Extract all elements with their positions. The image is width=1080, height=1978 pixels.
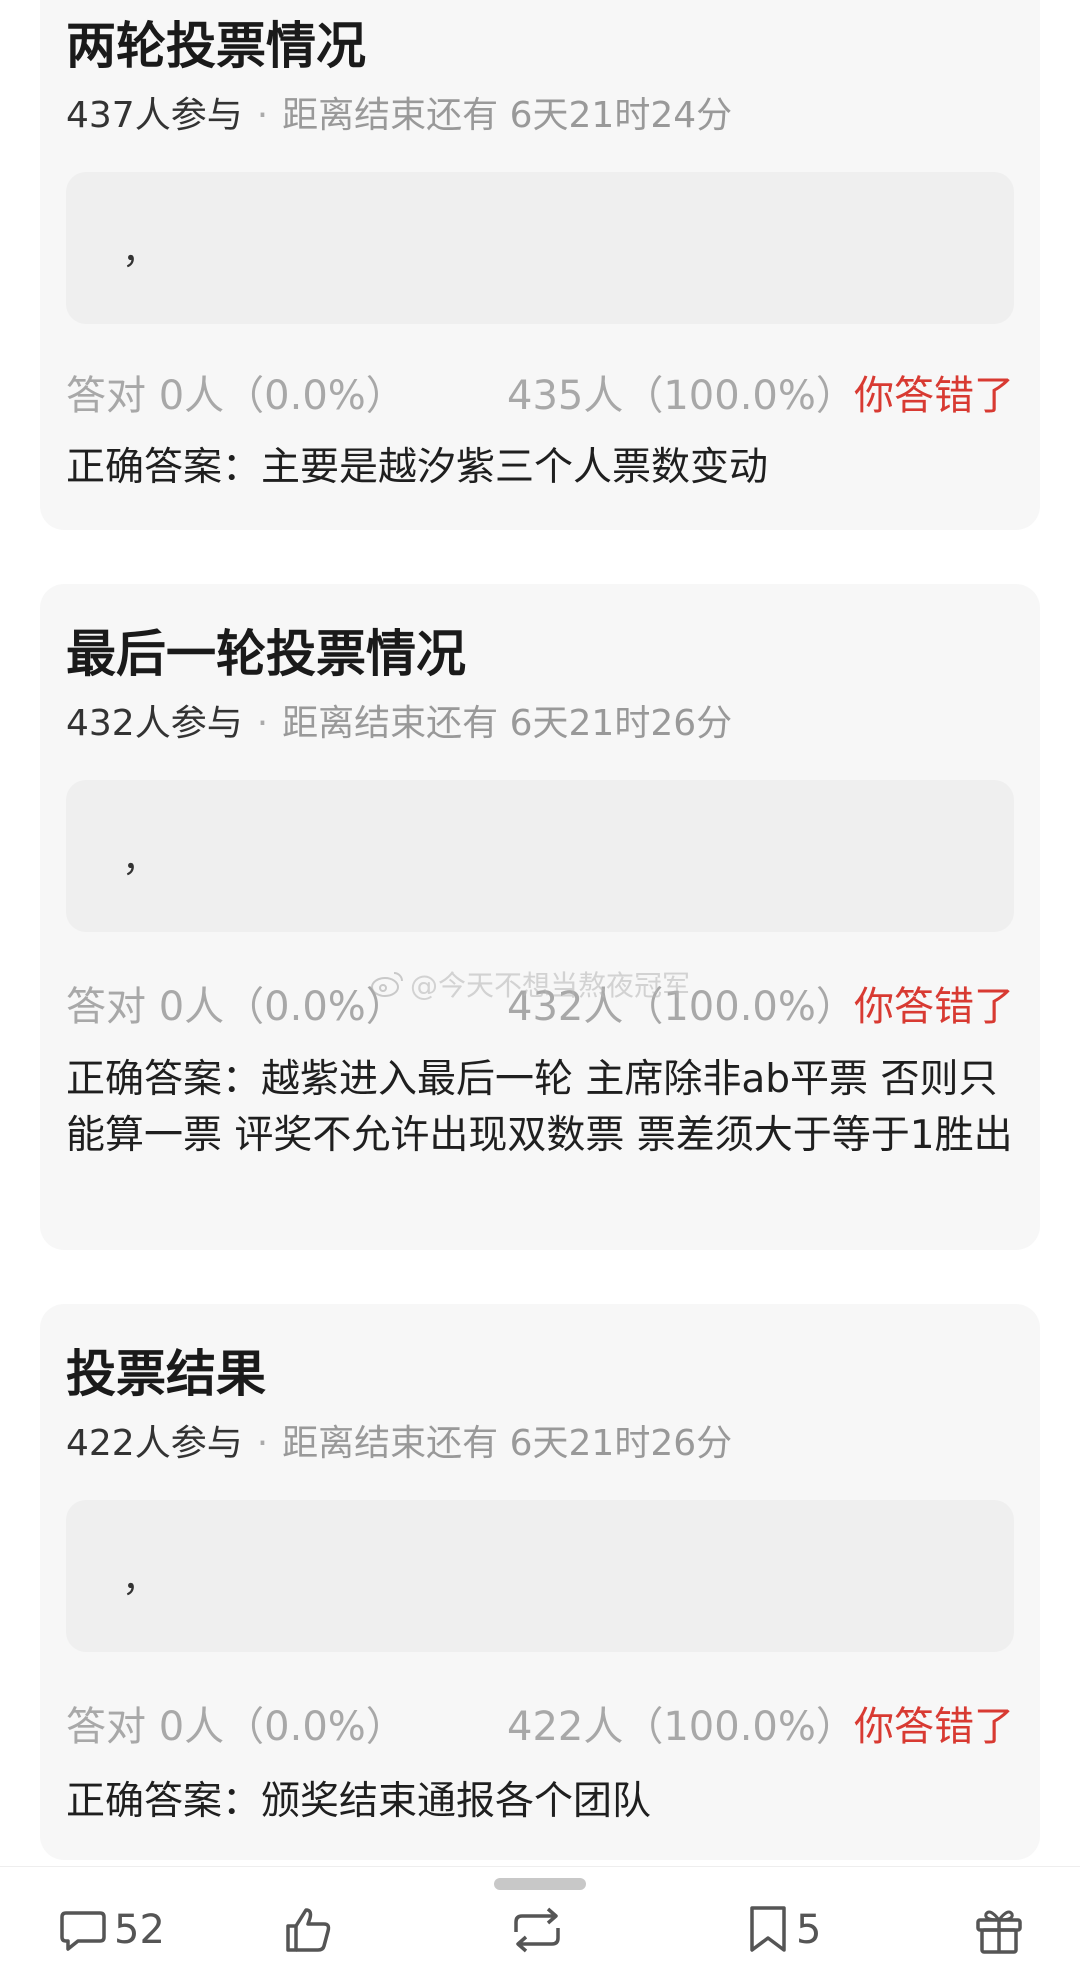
poll-title: 投票结果: [66, 1345, 266, 1403]
poll-option[interactable]: ，: [66, 1500, 1014, 1652]
poll-stats: 答对 0人（0.0%） 435人（100.0%） 你答错了: [66, 363, 1014, 421]
comment-icon: [60, 1911, 106, 1951]
poll-option[interactable]: ，: [66, 172, 1014, 324]
correct-answer: 正确答案：越紫进入最后一轮 主席除非ab平票 否则只能算一票 评奖不允许出现双数…: [66, 1057, 1013, 1158]
like-icon: [286, 1908, 331, 1952]
bookmark-icon: [750, 1906, 786, 1952]
poll-card: 两轮投票情况 437人参与 · 距离结束还有 6天21时24分 ， 答对 0人（0.…: [40, 0, 1040, 530]
poll-meta: 437人参与 · 距离结束还有 6天21时24分: [66, 86, 732, 138]
poll-stats: 答对 0人（0.0%） 422人（100.0%） 你答错了: [66, 1694, 1014, 1752]
option-text: ，: [122, 839, 159, 880]
bookmark-button[interactable]: 5: [746, 1900, 821, 1960]
countdown: 距离结束还有 6天21时26分: [282, 1423, 733, 1464]
correct-stat: 答对 0人（0.0%）: [66, 373, 406, 419]
poll-card: 最后一轮投票情况 432人参与 · 距离结束还有 6天21时26分 ， 答对 0人（…: [40, 584, 1040, 1250]
wrong-tag: 你答错了: [854, 1704, 1014, 1750]
countdown: 距离结束还有 6天21时24分: [282, 95, 733, 136]
participant-count: 437人参与: [66, 95, 243, 136]
poll-card: 投票结果 422人参与 · 距离结束还有 6天21时26分 ， 答对 0人（0.0%…: [40, 1304, 1040, 1860]
drag-handle[interactable]: [494, 1878, 586, 1890]
repost-button[interactable]: [508, 1900, 566, 1960]
poll-meta: 422人参与 · 距离结束还有 6天21时26分: [66, 1414, 732, 1466]
participant-count: 422人参与: [66, 1423, 243, 1464]
wrong-stat: 422人（100.0%）: [507, 1704, 856, 1750]
gift-icon: [976, 1910, 1022, 1954]
separator-dot: ·: [256, 1423, 269, 1464]
countdown: 距离结束还有 6天21时26分: [282, 703, 733, 744]
repost-icon: [514, 1907, 560, 1953]
bookmark-count: 5: [796, 1907, 822, 1953]
option-text: ，: [122, 1559, 159, 1600]
poll-title: 两轮投票情况: [66, 17, 366, 75]
poll-meta: 432人参与 · 距离结束还有 6天21时26分: [66, 694, 732, 746]
weibo-logo-icon: [371, 972, 403, 997]
correct-stat: 答对 0人（0.0%）: [66, 984, 406, 1030]
like-button[interactable]: [282, 1900, 334, 1960]
participant-count: 432人参与: [66, 703, 243, 744]
gift-button[interactable]: [974, 1900, 1024, 1960]
wrong-tag: 你答错了: [854, 984, 1014, 1030]
wrong-stat: 435人（100.0%）: [507, 373, 856, 419]
watermark-text: @今天不想当熬夜冠军: [410, 969, 691, 1002]
separator-dot: ·: [256, 95, 269, 136]
wrong-tag: 你答错了: [854, 373, 1014, 419]
correct-answer: 正确答案：颁奖结束通报各个团队: [66, 1779, 652, 1824]
option-text: ，: [122, 231, 159, 272]
correct-answer: 正确答案：主要是越汐紫三个人票数变动: [66, 445, 769, 490]
correct-stat: 答对 0人（0.0%）: [66, 1704, 406, 1750]
separator-dot: ·: [256, 703, 269, 744]
watermark: @今天不想当熬夜冠军: [370, 964, 690, 1004]
poll-title: 最后一轮投票情况: [66, 625, 466, 683]
comment-button[interactable]: 52: [58, 1900, 165, 1960]
comment-count: 52: [114, 1907, 165, 1953]
poll-option[interactable]: ，: [66, 780, 1014, 932]
